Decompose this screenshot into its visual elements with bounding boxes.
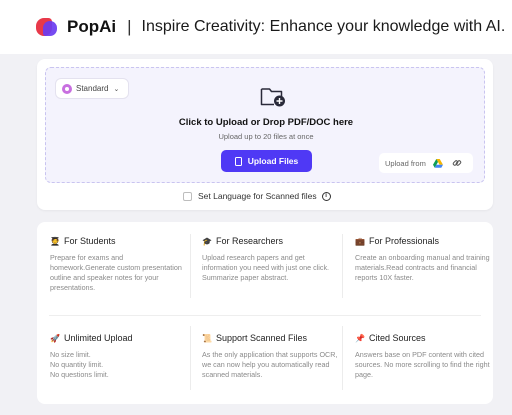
feature-card: 🧑‍🎓 For Students Prepare for exams and ho… <box>50 236 188 293</box>
feature-title: For Researchers <box>216 236 284 246</box>
feature-title: Cited Sources <box>369 333 426 343</box>
feature-card: 📜 Support Scanned Files As the only appli… <box>202 333 340 380</box>
feature-description: Upload research papers and get informati… <box>202 253 330 282</box>
upload-subtitle: Upload up to 20 files at once <box>218 132 314 141</box>
feature-description: No size limit. No quantity limit. No que… <box>50 350 109 379</box>
model-icon <box>62 83 72 94</box>
divider <box>190 326 191 390</box>
upload-from-label: Upload from <box>385 158 426 168</box>
upload-files-button[interactable]: Upload Files <box>221 150 312 172</box>
feature-description: Answers base on PDF content with cited s… <box>355 350 490 379</box>
scanned-language-label: Set Language for Scanned files <box>198 191 317 201</box>
upload-from: Upload from <box>379 153 473 173</box>
scanned-language-option[interactable]: Set Language for Scanned files i <box>183 191 331 201</box>
divider <box>342 234 343 298</box>
tagline: Inspire Creativity: Enhance your knowled… <box>141 18 506 35</box>
divider <box>342 326 343 390</box>
feature-description: Create an onboarding manual and training… <box>355 253 490 282</box>
file-dropzone[interactable]: Standard ⌄ Click to Upload or Drop PDF/D… <box>45 67 485 183</box>
pushpin-icon: 📌 <box>355 333 365 343</box>
feature-card: 🚀 Unlimited Upload No size limit. No quan… <box>50 333 188 380</box>
scroll-icon: 📜 <box>202 333 212 343</box>
brand-name[interactable]: PopAi <box>67 17 116 37</box>
header-divider: | <box>127 17 132 36</box>
student-icon: 🧑‍🎓 <box>50 236 60 246</box>
model-label: Standard <box>76 84 109 93</box>
info-icon[interactable]: i <box>321 191 331 201</box>
feature-card: 💼 For Professionals Create an onboarding … <box>355 236 493 283</box>
folder-add-icon <box>260 88 285 107</box>
feature-card: 🎓 For Researchers Upload research papers … <box>202 236 340 283</box>
feature-title: For Professionals <box>369 236 440 246</box>
features-panel: 🧑‍🎓 For Students Prepare for exams and ho… <box>37 222 493 404</box>
model-select[interactable]: Standard ⌄ <box>55 78 130 99</box>
feature-description: As the only application that supports OC… <box>202 350 338 379</box>
popai-logo[interactable] <box>36 16 58 38</box>
file-icon <box>234 156 242 166</box>
feature-card: 📌 Cited Sources Answers base on PDF conte… <box>355 333 493 380</box>
rocket-icon: 🚀 <box>50 333 60 343</box>
briefcase-icon: 💼 <box>355 236 365 246</box>
divider <box>49 315 481 316</box>
feature-title: Unlimited Upload <box>64 333 133 343</box>
feature-title: Support Scanned Files <box>216 333 308 343</box>
upload-title: Click to Upload or Drop PDF/DOC here <box>178 117 354 128</box>
divider <box>190 234 191 298</box>
google-drive-icon[interactable] <box>432 158 443 168</box>
app-header: PopAi | Inspire Creativity: Enhance your… <box>0 0 512 54</box>
chevron-down-icon: ⌄ <box>113 85 120 93</box>
feature-description: Prepare for exams and homework.Generate … <box>50 253 182 292</box>
link-icon[interactable] <box>452 158 462 168</box>
graduation-cap-icon: 🎓 <box>202 236 212 246</box>
upload-files-label: Upload Files <box>247 156 299 166</box>
feature-title: For Students <box>64 236 116 246</box>
upload-card: Standard ⌄ Click to Upload or Drop PDF/D… <box>37 59 493 210</box>
scanned-language-checkbox[interactable] <box>183 191 192 201</box>
